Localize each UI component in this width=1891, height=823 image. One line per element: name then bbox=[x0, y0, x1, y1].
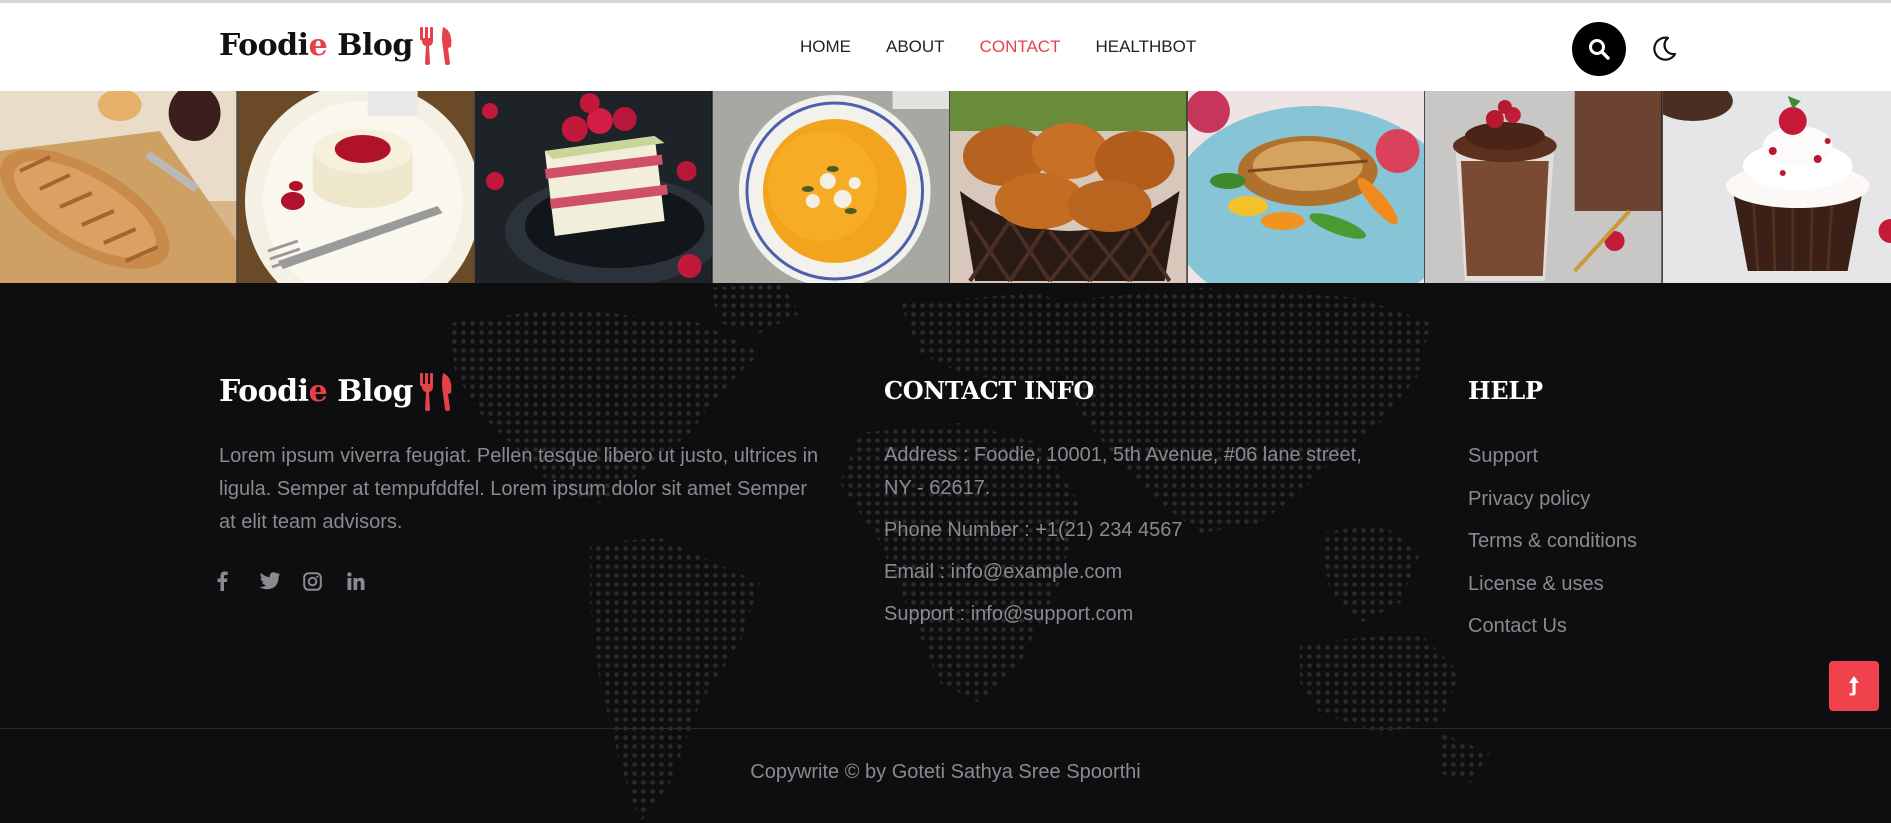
food-gallery bbox=[0, 91, 1891, 283]
contact-info-list: Address : Foodie, 10001, 5th Avenue, #06… bbox=[884, 439, 1364, 640]
moon-icon bbox=[1653, 36, 1677, 61]
logo-text-tail: Blog bbox=[327, 27, 413, 63]
search-button[interactable] bbox=[1572, 22, 1626, 76]
linkedin-icon bbox=[347, 572, 365, 590]
site-header: Foodi e Blog HOME ABOUT CONTACT HEALTHBOT bbox=[0, 3, 1891, 91]
nav-healthbot[interactable]: HEALTHBOT bbox=[1095, 37, 1196, 57]
facebook-link[interactable] bbox=[215, 569, 259, 593]
bread-loaf-image bbox=[0, 91, 238, 283]
header-logo[interactable]: Foodi e Blog bbox=[219, 25, 455, 65]
linkedin-link[interactable] bbox=[347, 569, 391, 593]
twitter-icon bbox=[259, 572, 280, 590]
help-link-support[interactable]: Support bbox=[1468, 439, 1637, 482]
nav-contact[interactable]: CONTACT bbox=[980, 37, 1061, 57]
logo-text-accent: e bbox=[308, 27, 328, 63]
help-title: HELP bbox=[1468, 376, 1543, 405]
chocolate-mousse-image bbox=[1425, 91, 1663, 283]
grilled-fish-image bbox=[1187, 91, 1425, 283]
theme-toggle-button[interactable] bbox=[1649, 34, 1679, 64]
footer-about-text: Lorem ipsum viverra feugiat. Pellen tesq… bbox=[219, 445, 819, 533]
social-links bbox=[215, 569, 391, 593]
scroll-to-top-button[interactable] bbox=[1829, 661, 1879, 711]
logo-text-main: Foodi bbox=[219, 27, 309, 63]
nav-home[interactable]: HOME bbox=[800, 37, 851, 57]
help-link-contact[interactable]: Contact Us bbox=[1468, 609, 1637, 652]
facebook-icon bbox=[217, 571, 228, 591]
site-footer: Foodi e Blog Lorem ipsum viverra feugiat.… bbox=[0, 283, 1891, 823]
help-links: Support Privacy policy Terms & condition… bbox=[1468, 439, 1637, 652]
contact-email[interactable]: Email : info@example.com bbox=[884, 556, 1364, 589]
contact-support[interactable]: Support : info@support.com bbox=[884, 598, 1364, 631]
help-link-license[interactable]: License & uses bbox=[1468, 567, 1637, 610]
search-icon bbox=[1589, 39, 1610, 60]
footer-divider bbox=[0, 728, 1891, 729]
panna-cotta-image bbox=[237, 91, 475, 283]
fried-chicken-image bbox=[950, 91, 1188, 283]
nav-about[interactable]: ABOUT bbox=[886, 37, 945, 57]
footer-logo-text-tail: Blog bbox=[327, 373, 413, 409]
contact-phone[interactable]: Phone Number : +1(21) 234 4567 bbox=[884, 514, 1364, 547]
instagram-link[interactable] bbox=[303, 569, 347, 593]
help-link-privacy[interactable]: Privacy policy bbox=[1468, 482, 1637, 525]
arrow-up-icon bbox=[1849, 676, 1859, 696]
footer-utensils-icon bbox=[419, 373, 452, 411]
contact-address: Address : Foodie, 10001, 5th Avenue, #06… bbox=[884, 444, 1362, 499]
copyright-text: Copywrite © by Goteti Sathya Sree Spoort… bbox=[750, 761, 1141, 783]
main-nav: HOME ABOUT CONTACT HEALTHBOT bbox=[800, 3, 1231, 91]
pumpkin-soup-image bbox=[712, 91, 950, 283]
help-link-terms[interactable]: Terms & conditions bbox=[1468, 524, 1637, 567]
contact-info-title: CONTACT INFO bbox=[884, 376, 1094, 405]
raspberry-cake-image bbox=[475, 91, 713, 283]
instagram-icon bbox=[303, 571, 322, 591]
twitter-link[interactable] bbox=[259, 569, 303, 593]
footer-logo[interactable]: Foodi e Blog bbox=[219, 371, 455, 411]
footer-logo-text-main: Foodi bbox=[219, 373, 309, 409]
footer-logo-text-accent: e bbox=[308, 373, 328, 409]
cupcake-image bbox=[1662, 91, 1891, 283]
utensils-icon bbox=[419, 27, 452, 65]
